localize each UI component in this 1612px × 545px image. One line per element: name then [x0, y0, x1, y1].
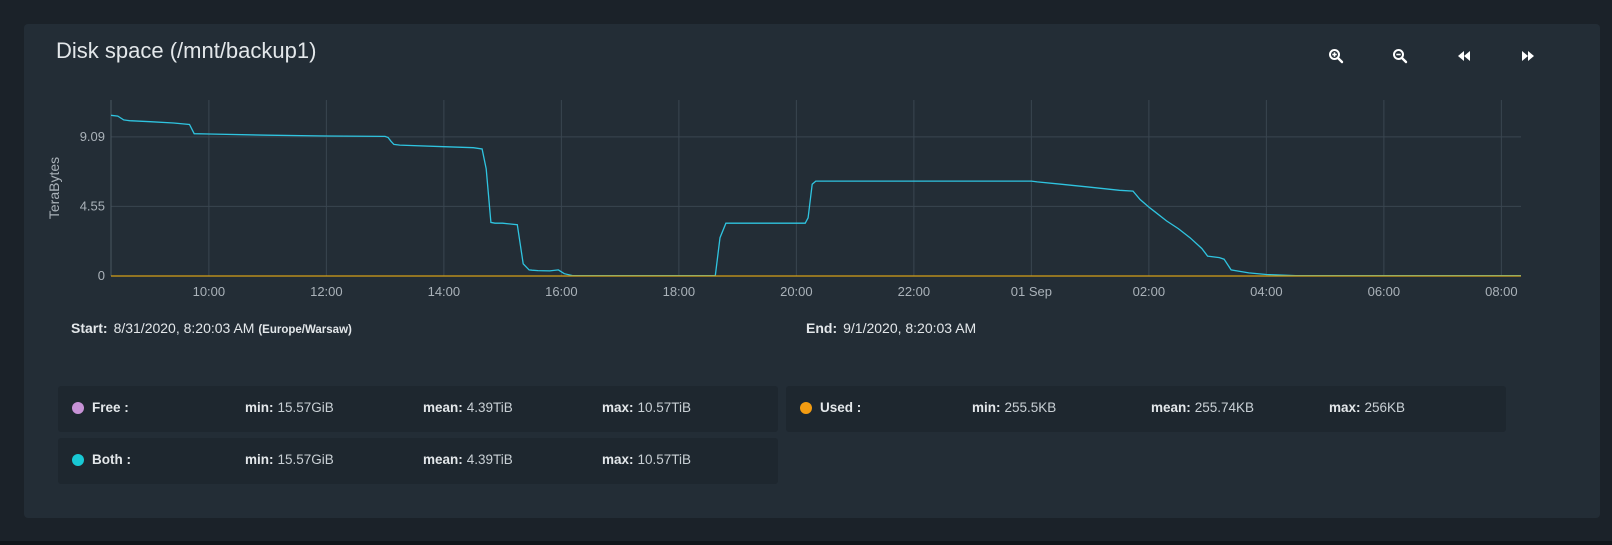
- x-tick-label: 22:00: [898, 284, 931, 299]
- x-tick-label: 01 Sep: [1011, 284, 1052, 299]
- x-tick-label: 02:00: [1133, 284, 1166, 299]
- legend-item-used[interactable]: Used : min: 255.5KB mean: 255.74KB max: 256…: [786, 386, 1506, 432]
- legend-name: Free :: [92, 400, 129, 415]
- x-tick-label: 18:00: [663, 284, 696, 299]
- stat-mean: mean: 255.74KB: [1151, 400, 1255, 415]
- legend-name: Used :: [820, 400, 862, 415]
- range-end: End: 9/1/2020, 8:20:03 AM: [806, 320, 976, 336]
- x-tick-label: 04:00: [1250, 284, 1283, 299]
- end-label: End:: [806, 320, 838, 336]
- stat-mean: mean: 4.39TiB: [423, 452, 513, 467]
- start-value: 8/31/2020, 8:20:03 AM: [113, 320, 255, 336]
- both-color-dot: [72, 454, 84, 466]
- y-tick-label: 9.09: [80, 129, 105, 144]
- page-bottom-border: [0, 541, 1612, 545]
- legend-item-free[interactable]: Free : min: 15.57GiB mean: 4.39TiB max: 10.…: [58, 386, 778, 432]
- stat-min: min: 255.5KB: [972, 400, 1057, 415]
- stat-min: min: 15.57GiB: [245, 452, 334, 467]
- range-start: Start: 8/31/2020, 8:20:03 AM (Europe/Wars…: [71, 320, 352, 336]
- stat-mean: mean: 4.39TiB: [423, 400, 513, 415]
- start-label: Start:: [71, 320, 108, 336]
- y-axis-label: TeraBytes: [46, 157, 62, 219]
- disk-space-chart: 10:00 12:00 14:00 16:00 18:00 20:00 22:00 01 Se…: [46, 100, 1521, 299]
- x-tick-label: 10:00: [193, 284, 226, 299]
- x-tick-label: 06:00: [1368, 284, 1401, 299]
- legend-item-both[interactable]: Both : min: 15.57GiB mean: 4.39TiB max: 10.…: [58, 438, 778, 484]
- series-line-0: [110, 114, 1521, 277]
- start-timezone: (Europe/Warsaw): [258, 324, 352, 336]
- x-tick-label: 14:00: [428, 284, 461, 299]
- used-color-dot: [800, 402, 812, 414]
- y-tick-label: 0: [98, 268, 105, 283]
- x-tick-label: 16:00: [545, 284, 578, 299]
- stat-max: max: 256KB: [1329, 400, 1406, 415]
- x-tick-label: 08:00: [1485, 284, 1518, 299]
- legend-name: Both :: [92, 452, 131, 467]
- stat-min: min: 15.57GiB: [245, 400, 334, 415]
- x-tick-label: 20:00: [780, 284, 813, 299]
- x-tick-label: 12:00: [310, 284, 343, 299]
- free-color-dot: [72, 402, 84, 414]
- y-tick-label: 4.55: [80, 198, 105, 213]
- end-value: 9/1/2020, 8:20:03 AM: [843, 320, 977, 336]
- stat-max: max: 10.57TiB: [602, 452, 692, 467]
- disk-space-panel: Disk space (/mnt/backup1) 10:00 12:00 14…: [24, 24, 1600, 518]
- stat-max: max: 10.57TiB: [602, 400, 692, 415]
